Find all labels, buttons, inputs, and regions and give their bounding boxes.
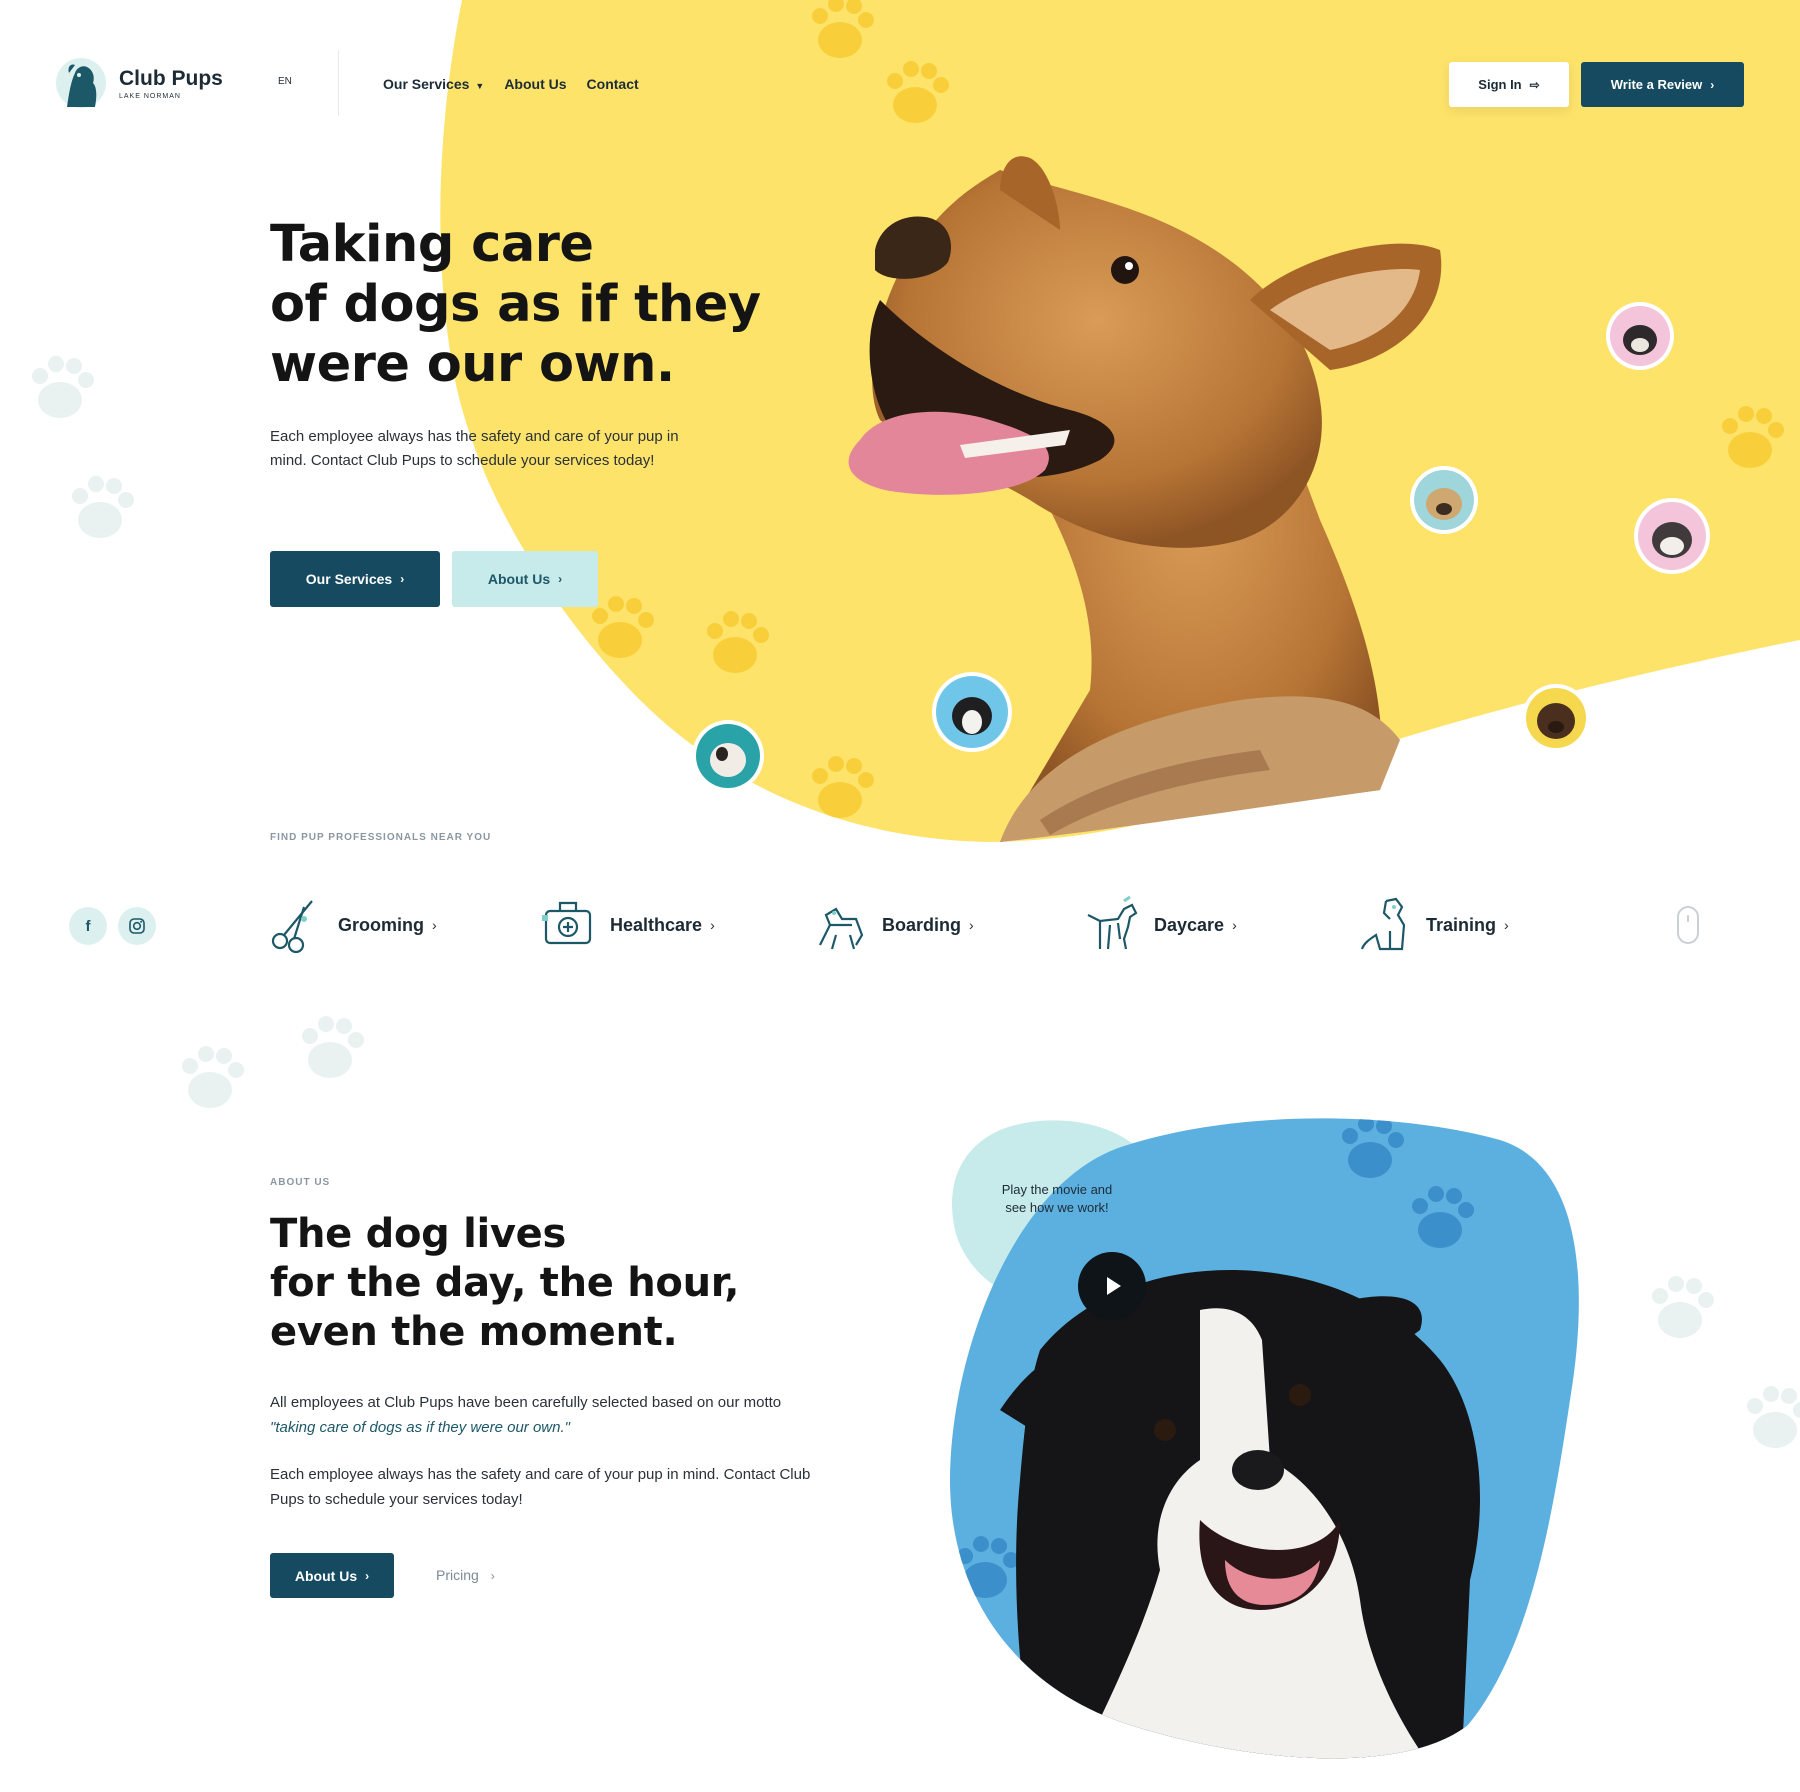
- chevron-right-icon: ›: [490, 1569, 495, 1583]
- about-section-label: ABOUT US: [270, 1177, 331, 1188]
- about-paragraph-1-text: All employees at Club Pups have been car…: [270, 1394, 782, 1411]
- service-label: Grooming: [338, 914, 424, 935]
- header-divider: [338, 50, 339, 116]
- nav-item-label: About Us: [504, 76, 567, 92]
- about-title-line: for the day, the hour,: [270, 1260, 740, 1306]
- nav-item-label: Our Services: [383, 76, 470, 92]
- hero-title-line: were our own.: [270, 335, 675, 394]
- about-motto: "taking care of dogs as if they were our…: [270, 1419, 570, 1436]
- hero-our-services-button[interactable]: Our Services ›: [270, 551, 440, 607]
- service-label: Boarding: [882, 914, 961, 935]
- about-title-line: even the moment.: [270, 1309, 678, 1355]
- dog-avatar: [692, 720, 764, 792]
- hero-title: Taking care of dogs as if they were our …: [270, 215, 790, 395]
- grooming-scissors-icon: [271, 900, 313, 954]
- about-us-button[interactable]: About Us ›: [270, 1553, 394, 1598]
- logo-dog-icon: [56, 58, 106, 108]
- boarding-dog-icon: [819, 907, 864, 950]
- nav-item-our-services[interactable]: Our Services ▼: [383, 76, 484, 92]
- nav-item-contact[interactable]: Contact: [587, 76, 639, 92]
- write-review-button[interactable]: Write a Review ›: [1581, 62, 1744, 107]
- chevron-right-icon: ›: [1504, 917, 1509, 933]
- training-dog-icon: [1360, 897, 1406, 951]
- sign-in-label: Sign In: [1478, 77, 1522, 92]
- dog-avatar: [1634, 498, 1710, 574]
- service-label: Daycare: [1154, 914, 1225, 935]
- chevron-right-icon: ›: [432, 917, 437, 933]
- find-professionals-label: FIND PUP PROFESSIONALS NEAR YOU: [270, 832, 492, 843]
- hero-title-line: of dogs as if they: [270, 275, 761, 334]
- facebook-icon[interactable]: f: [69, 907, 107, 945]
- brand-name: Club Pups: [119, 66, 223, 90]
- pricing-link[interactable]: Pricing ›: [436, 1567, 495, 1583]
- chevron-right-icon: ›: [969, 917, 974, 933]
- write-review-label: Write a Review: [1610, 77, 1703, 92]
- chevron-right-icon: ›: [1232, 917, 1237, 933]
- service-label: Healthcare: [610, 914, 703, 935]
- about-paragraph-1: All employees at Club Pups have been car…: [270, 1390, 810, 1440]
- about-title: The dog lives for the day, the hour, eve…: [270, 1210, 830, 1357]
- chevron-right-icon: ›: [400, 572, 405, 586]
- play-video-button[interactable]: [1078, 1252, 1146, 1320]
- movie-prompt-text: Play the movie and see how we work!: [1001, 1182, 1113, 1215]
- service-boarding[interactable]: Boarding ›: [812, 895, 974, 955]
- chevron-right-icon: ›: [365, 1568, 370, 1583]
- dog-avatar: [1522, 684, 1590, 752]
- chevron-right-icon: ›: [710, 917, 715, 933]
- hero-about-us-button[interactable]: About Us ›: [452, 551, 598, 607]
- service-healthcare[interactable]: Healthcare ›: [540, 895, 715, 955]
- brand-tagline: LAKE NORMAN: [119, 92, 181, 100]
- healthcare-kit-icon: [542, 901, 592, 945]
- chevron-down-icon: ▼: [475, 81, 485, 91]
- sign-in-arrow-icon: ⇨: [1529, 77, 1540, 92]
- daycare-dog-icon: [1087, 895, 1138, 950]
- dog-avatar: [932, 672, 1012, 752]
- instagram-icon[interactable]: [118, 907, 156, 945]
- logo[interactable]: Club Pups LAKE NORMAN: [55, 55, 223, 111]
- service-grooming[interactable]: Grooming ›: [268, 895, 437, 955]
- dog-avatar: [1606, 302, 1674, 370]
- about-us-label: About Us: [294, 1567, 358, 1584]
- service-training[interactable]: Training ›: [1356, 895, 1509, 955]
- chevron-right-icon: ›: [558, 572, 563, 586]
- dog-avatar: [1410, 466, 1478, 534]
- service-daycare[interactable]: Daycare ›: [1084, 895, 1237, 955]
- language-selector[interactable]: EN: [278, 76, 292, 87]
- pricing-label: Pricing: [436, 1567, 479, 1583]
- nav-item-about-us[interactable]: About Us: [504, 76, 566, 92]
- chevron-right-icon: ›: [1710, 77, 1715, 92]
- about-paragraph-2: Each employee always has the safety and …: [270, 1466, 811, 1508]
- main-nav: Our Services ▼ About Us Contact: [383, 76, 639, 92]
- hero-description: Each employee always has the safety and …: [270, 428, 679, 469]
- service-label: Training: [1426, 914, 1497, 935]
- about-title-line: The dog lives: [270, 1211, 567, 1257]
- hero-our-services-label: Our Services: [305, 571, 393, 587]
- sign-in-button[interactable]: Sign In ⇨: [1449, 62, 1569, 107]
- hero-title-line: Taking care: [270, 215, 594, 274]
- scroll-mouse-icon[interactable]: [1677, 906, 1699, 944]
- nav-item-label: Contact: [586, 76, 639, 92]
- hero-about-us-label: About Us: [487, 571, 551, 587]
